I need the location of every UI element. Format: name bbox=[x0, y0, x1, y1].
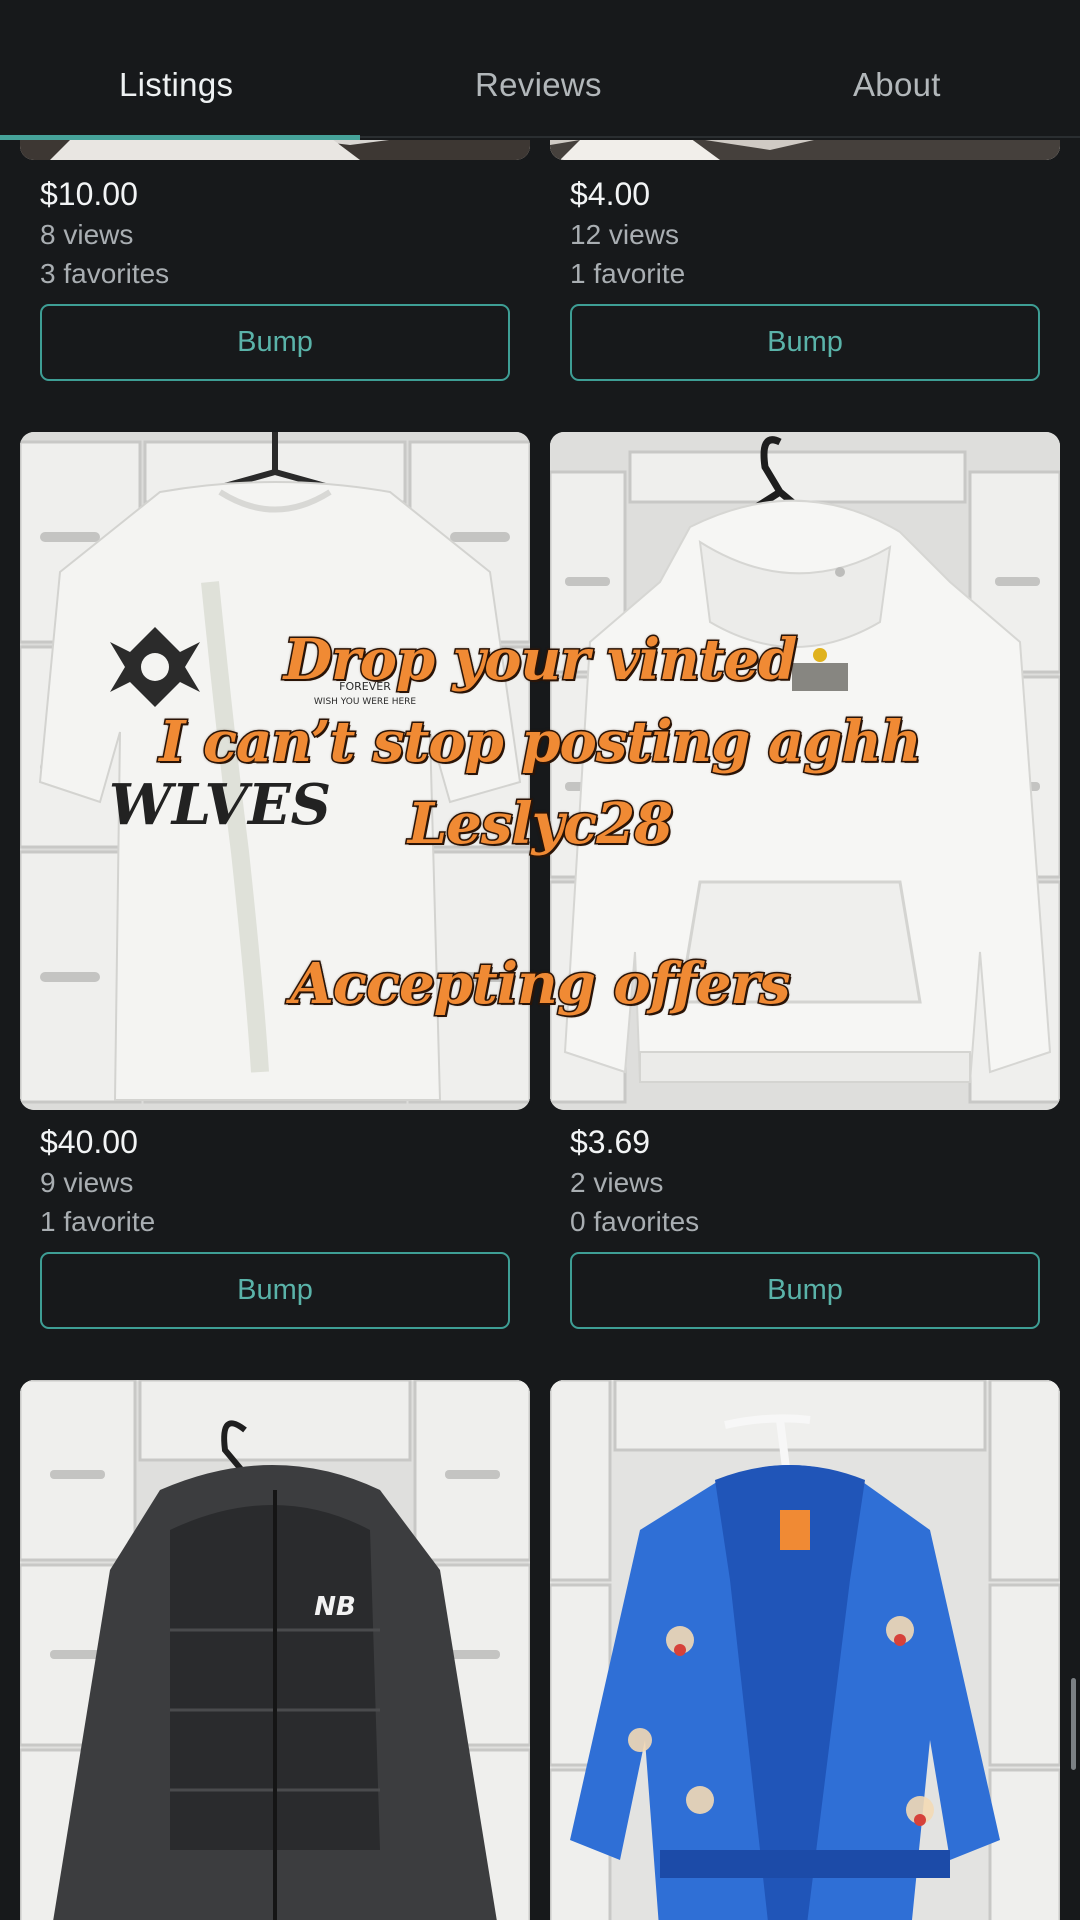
listing-favorites: 1 favorite bbox=[40, 1206, 156, 1237]
overlay-caption-line-3: Leslyc28 bbox=[406, 791, 674, 857]
tab-reviews[interactable]: Reviews bbox=[475, 66, 602, 104]
listings-grid[interactable]: $10.00 8 views 3 favorites Bump $4.00 12… bbox=[0, 140, 1080, 1920]
overlay-caption-line-4: Accepting offers bbox=[289, 951, 792, 1017]
overlay-caption-line-1: Drop your vinted bbox=[282, 627, 799, 693]
jacket-image: NB bbox=[20, 1380, 530, 1920]
bump-button[interactable]: Bump bbox=[40, 304, 510, 381]
listing-photo-robe[interactable] bbox=[550, 1380, 1060, 1920]
tab-bar: Listings Reviews About bbox=[0, 0, 1080, 140]
listing-photo[interactable] bbox=[550, 140, 1060, 160]
listing-photo-image bbox=[550, 140, 1060, 160]
jacket-logo: NB bbox=[314, 1592, 356, 1622]
listing-price: $40.00 bbox=[40, 1124, 138, 1160]
listing-views: 12 views bbox=[570, 219, 679, 250]
robe-image bbox=[550, 1380, 1060, 1920]
bump-button[interactable]: Bump bbox=[570, 1252, 1040, 1329]
tshirt-crest-sub: WISH YOU WERE HERE bbox=[314, 697, 417, 707]
listing-price: $10.00 bbox=[40, 176, 138, 212]
overlay-caption-line-2: I can’t stop posting aghh bbox=[158, 709, 923, 775]
bump-button[interactable]: Bump bbox=[570, 304, 1040, 381]
listing-views: 2 views bbox=[570, 1167, 664, 1198]
listing-price: $3.69 bbox=[570, 1124, 651, 1160]
listing-views: 8 views bbox=[40, 219, 134, 250]
listing-photo-image bbox=[20, 140, 530, 160]
listing-price: $4.00 bbox=[570, 176, 651, 212]
listing-favorites: 1 favorite bbox=[570, 258, 686, 289]
tab-about[interactable]: About bbox=[853, 66, 941, 104]
listing-photo-jacket[interactable]: NB bbox=[20, 1380, 530, 1920]
tab-active-indicator bbox=[0, 135, 360, 140]
tab-listings[interactable]: Listings bbox=[119, 66, 233, 104]
scrollbar-thumb[interactable] bbox=[1071, 1678, 1076, 1770]
listing-photo[interactable] bbox=[20, 140, 530, 160]
listing-favorites: 3 favorites bbox=[40, 258, 170, 289]
bump-button[interactable]: Bump bbox=[40, 1252, 510, 1329]
listing-favorites: 0 favorites bbox=[570, 1206, 700, 1237]
listing-views: 9 views bbox=[40, 1167, 134, 1198]
